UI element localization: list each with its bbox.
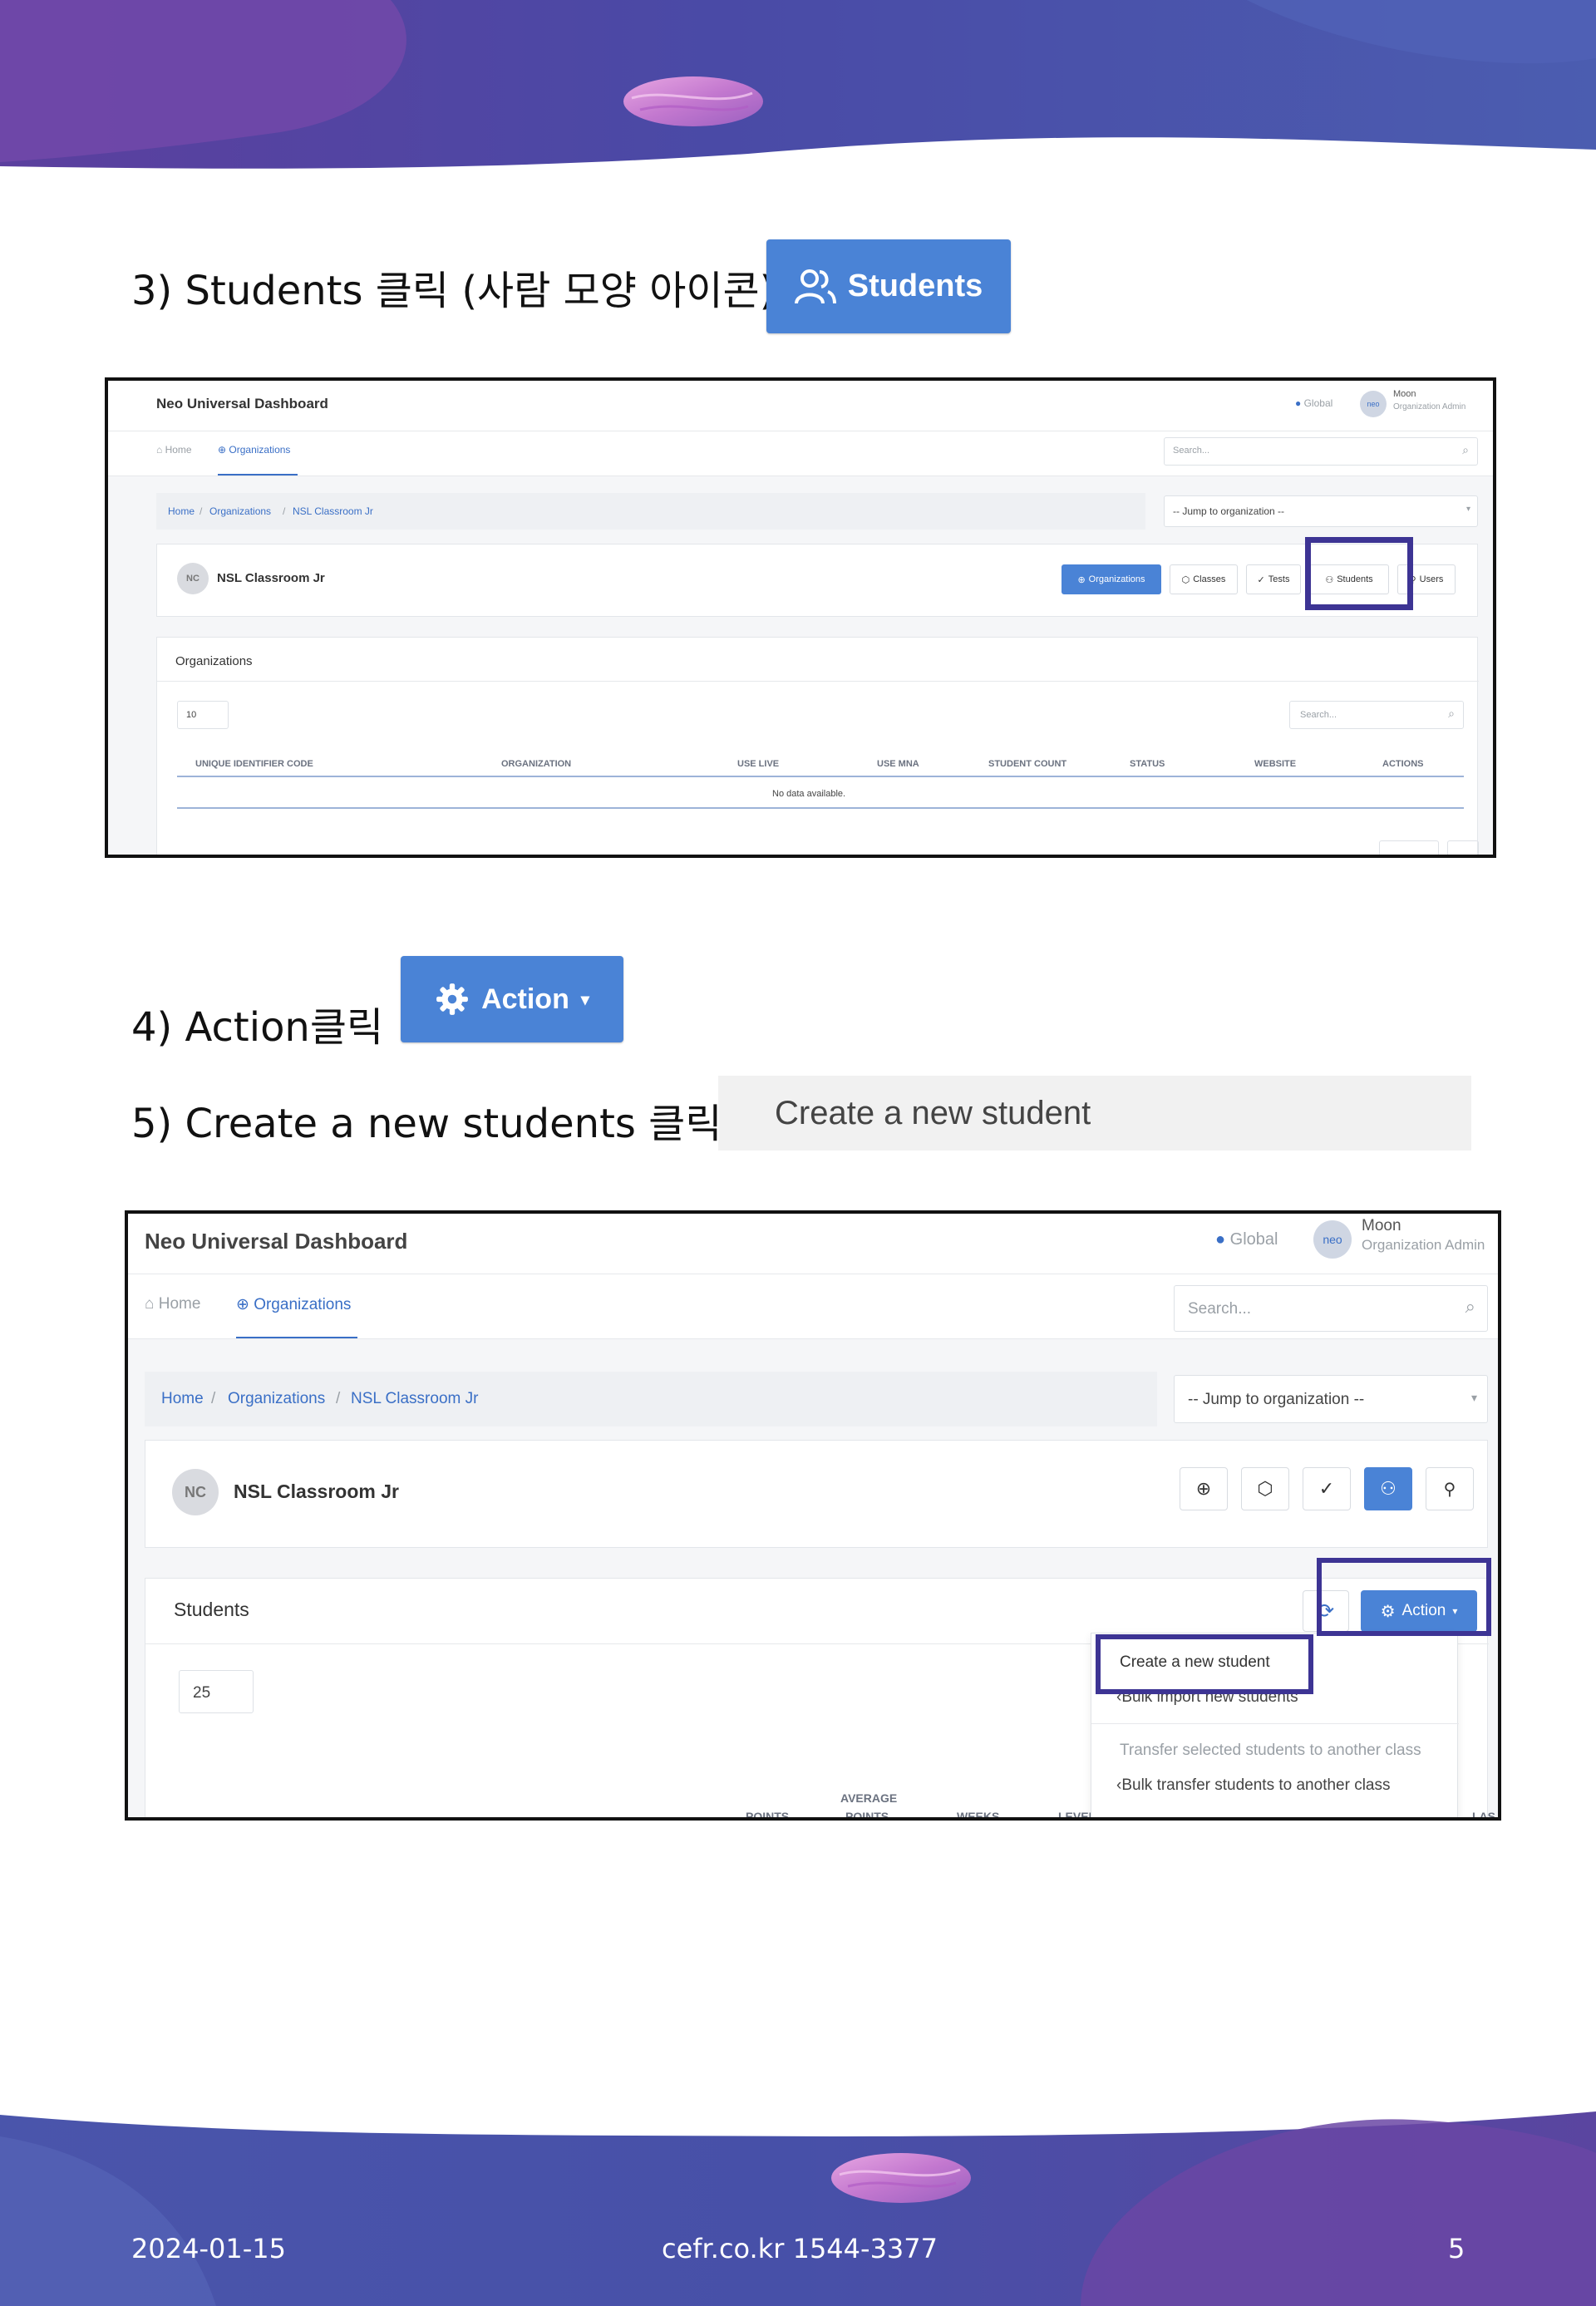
breadcrumb-current[interactable]: NSL Classroom Jr — [293, 505, 373, 517]
column-header[interactable]: STUDENT COUNT — [988, 759, 1066, 769]
search-input[interactable]: Search... ⌕ — [1174, 1285, 1488, 1332]
nav-organizations[interactable]: ⊕ Organizations — [236, 1295, 351, 1314]
students-sample-button: Students — [766, 239, 1011, 333]
tab-users[interactable]: ⚲ — [1426, 1467, 1474, 1510]
user-role: Organization Admin — [1362, 1237, 1485, 1253]
avatar[interactable]: neo — [1360, 391, 1387, 417]
footer-site-phone: cefr.co.kr 1544-3377 — [662, 2233, 938, 2264]
tab-organizations[interactable]: ⊕ Organizations — [1062, 564, 1161, 594]
table-search-input[interactable]: Search... ⌕ — [1289, 701, 1464, 729]
people-icon: ⚇ — [1380, 1478, 1396, 1499]
search-input[interactable]: Search... ⌕ — [1164, 437, 1478, 466]
cube-icon: ⬡ — [1257, 1478, 1273, 1499]
nav-home[interactable]: ⌂ Home — [156, 444, 192, 456]
footer-date: 2024-01-15 — [131, 2233, 286, 2264]
breadcrumb: Home / Organizations / NSL Classroom Jr — [145, 1372, 1157, 1426]
tab-students[interactable]: ⚇ — [1364, 1467, 1412, 1510]
column-header[interactable]: UNIQUE IDENTIFIER CODE — [195, 759, 313, 769]
students-sample-label: Students — [847, 269, 983, 303]
nav-organizations[interactable]: ⊕ Organizations — [218, 444, 290, 456]
global-link[interactable]: ● Global — [1215, 1230, 1278, 1249]
search-icon: ⌕ — [1462, 443, 1469, 456]
breadcrumb-current[interactable]: NSL Classroom Jr — [351, 1390, 478, 1408]
people-icon — [794, 269, 836, 304]
footer-wave — [0, 2111, 1596, 2306]
avatar[interactable]: neo — [1313, 1220, 1352, 1259]
pagination[interactable] — [1379, 840, 1439, 855]
column-header[interactable]: POINTS — [746, 1810, 789, 1817]
globe-icon: ⊕ — [1077, 574, 1086, 585]
screenshot-organizations: Neo Universal Dashboard ● Global neo Moo… — [105, 377, 1496, 858]
caret-down-icon: ▾ — [580, 990, 589, 1009]
column-header[interactable]: AVERAGE — [840, 1791, 897, 1805]
column-header[interactable]: WEEKS — [957, 1810, 999, 1817]
action-sample-label: Action — [481, 983, 569, 1015]
create-student-highlight — [1096, 1634, 1313, 1694]
header-wave — [0, 0, 1596, 169]
action-sample-button: Action ▾ — [401, 956, 623, 1042]
user-name: Moon — [1393, 389, 1416, 399]
nav-home[interactable]: ⌂ Home — [145, 1295, 200, 1313]
menu-transfer-selected[interactable]: Transfer selected students to another cl… — [1120, 1742, 1421, 1760]
app-title: Neo Universal Dashboard — [145, 1229, 408, 1254]
globe-icon: ⊕ — [1195, 1478, 1212, 1499]
user-name: Moon — [1362, 1217, 1401, 1234]
panel-title: Students — [174, 1599, 249, 1620]
breadcrumb-organizations[interactable]: Organizations — [228, 1390, 325, 1408]
tab-classes[interactable]: ⬡ — [1241, 1467, 1289, 1510]
column-header[interactable]: ORGANIZATION — [501, 759, 571, 769]
organizations-panel: Organizations 10 Search... ⌕ UNIQUE IDENT… — [156, 637, 1479, 855]
tab-tests[interactable]: ✓ Tests — [1246, 564, 1301, 594]
org-initials-badge: NC — [172, 1469, 219, 1515]
pagination-next[interactable] — [1447, 840, 1479, 855]
column-header[interactable]: LAS — [1472, 1810, 1495, 1817]
user-role: Organization Admin — [1393, 402, 1466, 411]
organization-card: NC NSL Classroom Jr ⊕ ⬡ ✓ ⚇ ⚲ — [145, 1440, 1488, 1548]
footer-page-number: 5 — [1448, 2233, 1465, 2264]
column-header[interactable]: USE MNA — [877, 759, 919, 769]
menu-bulk-transfer[interactable]: ‹Bulk transfer students to another class — [1116, 1776, 1391, 1795]
students-tab-highlight — [1305, 537, 1413, 610]
step-4-heading: 4) Action클릭 — [131, 1004, 384, 1051]
screenshot-students: Neo Universal Dashboard ● Global neo Moo… — [125, 1210, 1501, 1821]
chevron-down-icon: ▾ — [1470, 1391, 1477, 1404]
page-size-select[interactable]: 10 — [177, 701, 229, 729]
organization-card: NC NSL Classroom Jr ⊕ Organizations ⬡ Clas… — [156, 544, 1478, 617]
create-new-student-sample: Create a new student — [718, 1076, 1471, 1151]
org-name: NSL Classroom Jr — [234, 1481, 399, 1502]
breadcrumb-home[interactable]: Home — [168, 505, 195, 517]
breadcrumb-organizations[interactable]: Organizations — [209, 505, 271, 517]
tab-tests[interactable]: ✓ — [1303, 1467, 1351, 1510]
column-header[interactable]: WEBSITE — [1254, 759, 1296, 769]
tab-classes[interactable]: ⬡ Classes — [1170, 564, 1238, 594]
check-circle-icon: ✓ — [1318, 1478, 1335, 1499]
column-header[interactable]: STATUS — [1130, 759, 1165, 769]
column-header[interactable]: POINTS — [845, 1810, 889, 1817]
org-name: NSL Classroom Jr — [217, 571, 325, 585]
panel-title: Organizations — [175, 654, 253, 668]
app-title: Neo Universal Dashboard — [156, 396, 328, 411]
jump-to-organization-select[interactable]: -- Jump to organization -- ▾ — [1174, 1375, 1488, 1423]
chevron-down-icon: ▾ — [1465, 505, 1470, 514]
tab-organizations[interactable]: ⊕ — [1180, 1467, 1228, 1510]
search-icon: ⌕ — [1465, 1296, 1475, 1317]
cube-icon: ⬡ — [1181, 574, 1190, 585]
global-link[interactable]: ● Global — [1295, 397, 1332, 409]
org-initials-badge: NC — [177, 563, 209, 594]
action-button-highlight — [1317, 1558, 1491, 1636]
user-plus-icon: ⚲ — [1443, 1480, 1456, 1499]
empty-table-text: No data available. — [772, 789, 846, 799]
step-5-heading: 5) Create a new students 클릭 — [131, 1101, 722, 1147]
column-header[interactable]: USE LIVE — [737, 759, 779, 769]
gear-icon — [436, 983, 468, 1015]
breadcrumb: Home / Organizations / NSL Classroom Jr — [156, 493, 1145, 530]
breadcrumb-home[interactable]: Home — [161, 1390, 204, 1408]
search-icon: ⌕ — [1448, 707, 1455, 720]
step-3-heading: 3) Students 클릭 (사람 모양 아이콘) — [131, 268, 776, 314]
check-circle-icon: ✓ — [1257, 574, 1265, 585]
column-header[interactable]: ACTIONS — [1382, 759, 1424, 769]
page-size-select[interactable]: 25 — [179, 1670, 254, 1713]
jump-to-organization-select[interactable]: -- Jump to organization -- ▾ — [1164, 495, 1478, 527]
